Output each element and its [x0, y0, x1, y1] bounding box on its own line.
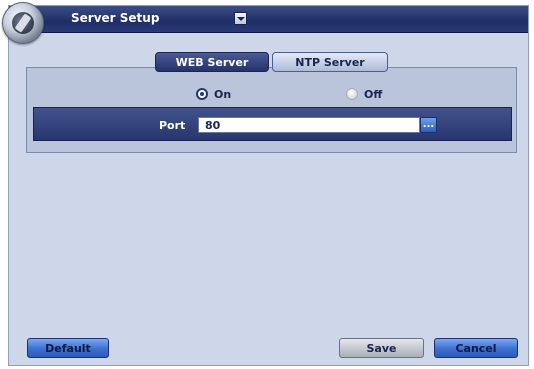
port-label: Port [159, 119, 186, 132]
app-logo-icon [2, 2, 44, 44]
save-button[interactable]: Save [339, 338, 424, 358]
radio-on-option[interactable]: On [196, 86, 231, 102]
tab-web-server[interactable]: WEB Server [155, 52, 269, 72]
cancel-button[interactable]: Cancel [434, 338, 518, 358]
radio-off-label: Off [364, 87, 383, 101]
radio-on-button[interactable] [196, 88, 208, 100]
radio-off-option[interactable]: Off [346, 86, 382, 102]
radio-off-button[interactable] [346, 88, 358, 100]
tab-ntp-server[interactable]: NTP Server [272, 52, 388, 72]
ellipsis-icon[interactable]: ... [420, 117, 437, 133]
port-input[interactable]: 80 [198, 117, 420, 133]
chevron-down-icon[interactable] [234, 12, 247, 25]
radio-on-label: On [214, 87, 232, 101]
default-button[interactable]: Default [27, 338, 109, 358]
title-bar: Server Setup [9, 6, 528, 33]
window-title: Server Setup [71, 11, 160, 25]
